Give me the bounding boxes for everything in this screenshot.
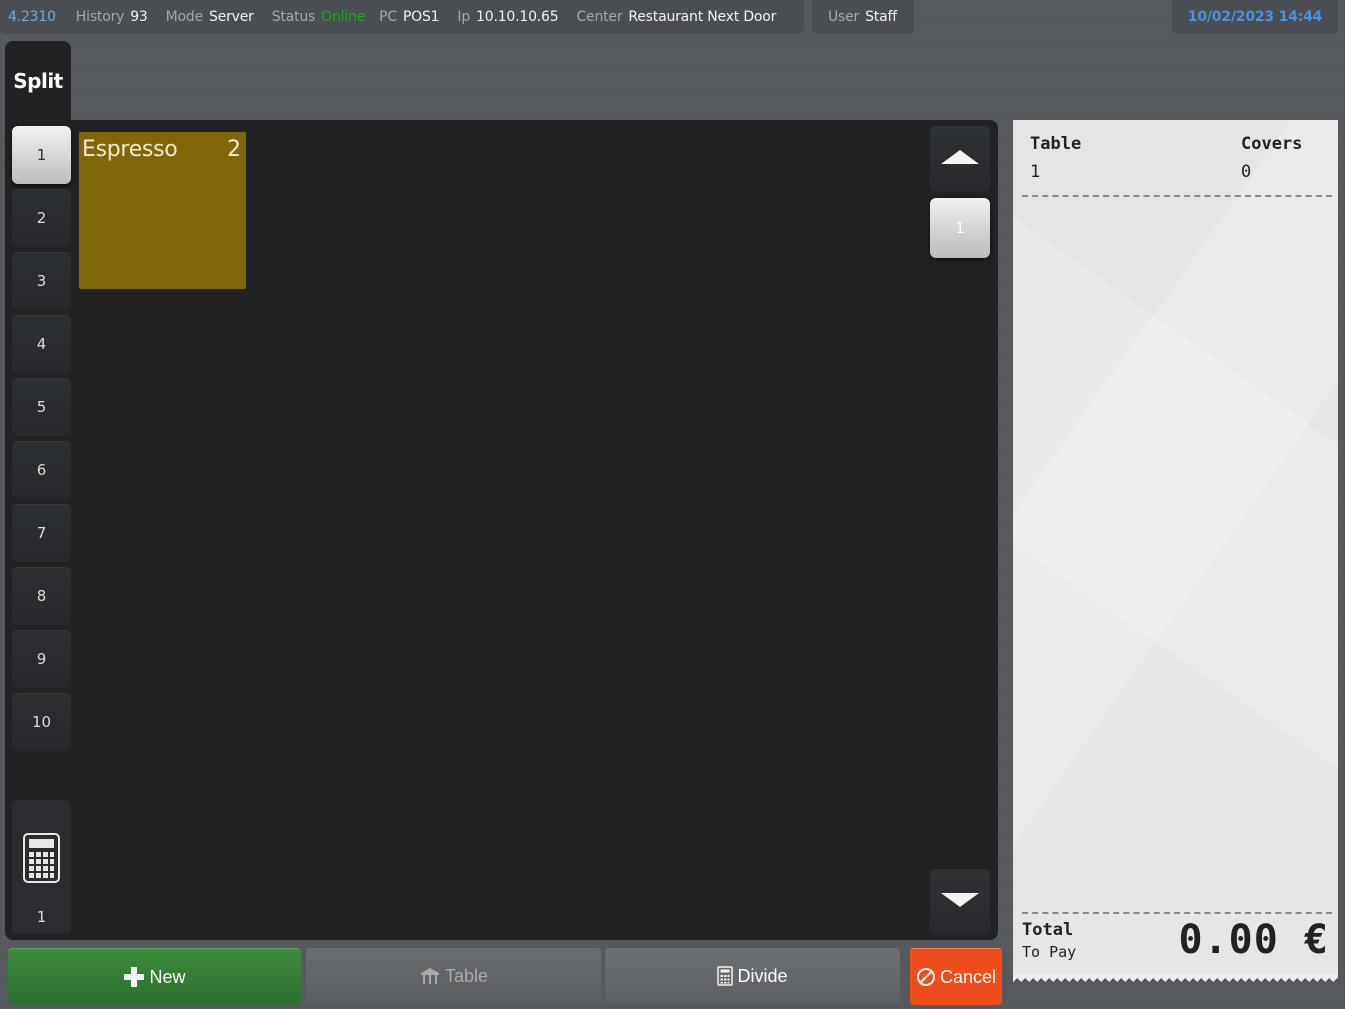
mode-label: Mode [165, 9, 204, 25]
ip-value: 10.10.10.65 [476, 9, 559, 25]
mode-value: Server [209, 9, 254, 25]
table-icon [419, 967, 441, 985]
divide-button-label: Divide [737, 965, 788, 986]
pc-label: PC [379, 9, 397, 25]
datetime-segment: 10/02/2023 14:44 [1172, 0, 1338, 34]
arrow-up-icon [939, 148, 981, 170]
calculator-icon [23, 833, 60, 887]
scroll-down-button[interactable] [930, 869, 990, 935]
arrow-down-icon [939, 891, 981, 913]
ip-label: Ip [457, 9, 471, 25]
item-quantity: 2 [227, 137, 241, 162]
split-button-5[interactable]: 5 [12, 378, 71, 436]
receipt-to-pay-label: To Pay [1022, 943, 1077, 961]
receipt-covers-label: Covers [1241, 134, 1303, 154]
split-button-3[interactable]: 3 [12, 252, 71, 310]
page-number: 1 [955, 219, 965, 237]
receipt-table-value: 1 [1030, 162, 1041, 182]
split-button-2[interactable]: 2 [12, 189, 71, 247]
page-button[interactable]: 1 [930, 198, 990, 258]
split-button-label: 2 [36, 209, 47, 227]
receipt-divider [1022, 912, 1332, 914]
split-button-label: 10 [31, 713, 52, 731]
history-label: History [75, 9, 125, 25]
split-button-label: 4 [36, 335, 47, 353]
split-button-6[interactable]: 6 [12, 441, 71, 499]
calculator-button[interactable]: 1 [12, 800, 71, 934]
calculator-value: 1 [36, 908, 47, 926]
split-button-4[interactable]: 4 [12, 315, 71, 373]
status-info-segment: 4.2310 History 93 Mode Server Status Onl… [0, 0, 804, 34]
status-value: Online [321, 9, 366, 25]
user-value: Staff [865, 9, 897, 25]
split-button-1[interactable]: 1 [12, 126, 71, 184]
receipt: Table 1 Covers 0 Total To Pay 0.00 € [1013, 120, 1338, 982]
item-name: Espresso [82, 137, 178, 162]
scroll-up-button[interactable] [930, 126, 990, 192]
pc-value: POS1 [402, 9, 440, 25]
status-label: Status [271, 9, 316, 25]
new-button[interactable]: New [8, 948, 301, 1005]
split-button-label: 9 [36, 650, 47, 668]
receipt-table-label: Table [1030, 134, 1082, 154]
split-button-7[interactable]: 7 [12, 504, 71, 562]
cancel-icon [916, 967, 936, 987]
cancel-button-label: Cancel [939, 966, 997, 987]
item-tile-espresso[interactable]: Espresso 2 [79, 132, 246, 289]
receipt-covers-value: 0 [1241, 162, 1252, 182]
split-button-label: 8 [36, 587, 47, 605]
split-button-label: 5 [36, 398, 47, 416]
version-text: 4.2310 [8, 9, 56, 25]
receipt-divider [1022, 195, 1332, 197]
split-button-label: 7 [36, 524, 47, 542]
split-button-8[interactable]: 8 [12, 567, 71, 625]
split-button-label: 6 [36, 461, 47, 479]
table-button-label: Table [444, 965, 489, 986]
tab-split[interactable]: Split [5, 41, 71, 121]
split-button-9[interactable]: 9 [12, 630, 71, 688]
receipt-total-amount: 0.00 € [1178, 917, 1329, 963]
split-button-label: 3 [36, 272, 47, 290]
plus-icon [123, 966, 145, 988]
center-value: Restaurant Next Door [628, 9, 777, 25]
calculator-icon [717, 966, 734, 986]
table-button[interactable]: Table [306, 948, 601, 1004]
cancel-button[interactable]: Cancel [910, 948, 1002, 1005]
divide-button[interactable]: Divide [605, 948, 900, 1004]
split-button-label: 1 [36, 146, 47, 164]
new-button-label: New [149, 966, 186, 987]
center-label: Center [576, 9, 623, 25]
tab-split-label: Split [13, 69, 63, 93]
split-button-10[interactable]: 10 [12, 693, 71, 751]
history-value: 93 [130, 9, 148, 25]
datetime: 10/02/2023 14:44 [1187, 9, 1323, 25]
user-label: User [828, 9, 860, 25]
receipt-total-label: Total [1022, 920, 1074, 940]
user-segment: User Staff [812, 0, 914, 34]
